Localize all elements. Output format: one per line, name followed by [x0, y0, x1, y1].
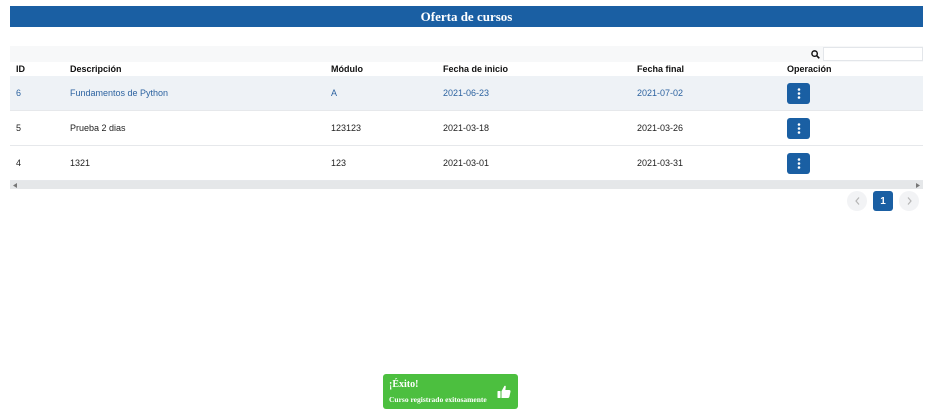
column-header-descripcion[interactable]: Descripción: [64, 64, 325, 74]
more-vertical-icon: [797, 87, 800, 99]
row-options-button[interactable]: [787, 82, 810, 104]
row-options-button[interactable]: [787, 117, 810, 139]
search-icon: [809, 48, 821, 60]
success-toast[interactable]: ¡Éxito! Curso registrado exitosamente: [383, 374, 518, 409]
more-vertical-icon: [797, 122, 800, 134]
column-header-modulo[interactable]: Módulo: [325, 64, 437, 74]
cell-descripcion: Fundamentos de Python: [70, 88, 169, 98]
toast-title: ¡Éxito!: [389, 379, 419, 390]
row-options-button[interactable]: [787, 152, 810, 174]
toast-content: ¡Éxito! Curso registrado exitosamente: [389, 379, 487, 404]
pagination-prev-button[interactable]: [847, 191, 867, 211]
cell-fecha-inicio: 2021-03-01: [443, 158, 490, 168]
cell-id: 5: [16, 123, 22, 133]
search-bar: [10, 46, 923, 62]
pagination: 1: [847, 191, 919, 211]
horizontal-scrollbar[interactable]: [10, 181, 923, 189]
pagination-page-1[interactable]: 1: [873, 191, 893, 211]
table-header: ID Descripción Módulo Fecha de inicio Fe…: [10, 62, 923, 76]
cell-modulo: A: [331, 88, 338, 98]
page-title-bar: Oferta de cursos: [10, 6, 923, 27]
cell-fecha-inicio: 2021-06-23: [443, 88, 490, 98]
cell-modulo: 123: [331, 158, 347, 168]
table-row[interactable]: 6 Fundamentos de Python A 2021-06-23 202…: [10, 76, 923, 111]
chevron-left-icon: [854, 197, 859, 205]
cell-modulo: 123123: [331, 123, 362, 133]
column-header-operacion: Operación: [787, 64, 832, 74]
cell-descripcion: 1321: [70, 158, 91, 168]
cell-id: 4: [16, 158, 22, 168]
column-header-fecha-inicio[interactable]: Fecha de inicio: [437, 64, 631, 74]
scroll-left-icon[interactable]: [12, 182, 18, 188]
toast-message: Curso registrado exitosamente: [389, 395, 487, 404]
column-header-id[interactable]: ID: [10, 64, 64, 74]
pagination-next-button[interactable]: [899, 191, 919, 211]
page-title: Oferta de cursos: [420, 8, 513, 24]
page: Oferta de cursos ID Descripción Módulo F…: [0, 0, 950, 416]
table-row[interactable]: 4 1321 123 2021-03-01 2021-03-31: [10, 146, 923, 181]
column-header-fecha-final[interactable]: Fecha final: [631, 64, 781, 74]
cell-descripcion: Prueba 2 dias: [70, 123, 126, 133]
cell-fecha-final: 2021-03-31: [637, 158, 684, 168]
scroll-right-icon[interactable]: [915, 182, 921, 188]
cell-operacion: [781, 117, 923, 139]
cell-fecha-final: 2021-07-02: [637, 88, 684, 98]
cell-operacion: [781, 152, 923, 174]
more-vertical-icon: [797, 157, 800, 169]
search-input[interactable]: [823, 47, 923, 61]
cell-fecha-inicio: 2021-03-18: [443, 123, 490, 133]
cell-operacion: [781, 82, 923, 104]
cell-id: 6: [16, 88, 22, 98]
cell-fecha-final: 2021-03-26: [637, 123, 684, 133]
courses-table: ID Descripción Módulo Fecha de inicio Fe…: [10, 46, 923, 189]
table-row[interactable]: 5 Prueba 2 dias 123123 2021-03-18 2021-0…: [10, 111, 923, 146]
thumbs-up-icon: [497, 385, 511, 398]
chevron-right-icon: [907, 197, 912, 205]
